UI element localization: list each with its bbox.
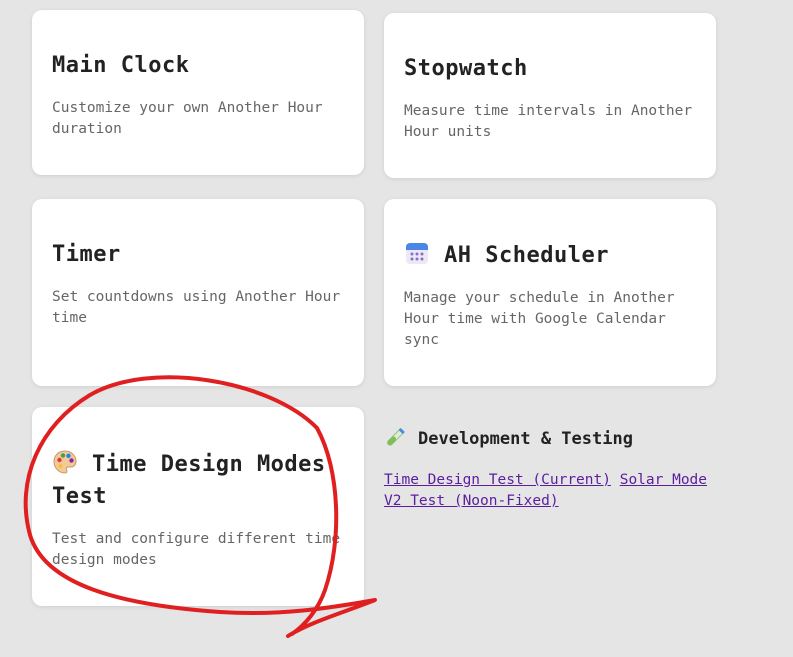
card-title-text: AH Scheduler: [444, 243, 609, 268]
card-description: Test and configure different time design…: [52, 531, 341, 568]
card-title: AH Scheduler: [404, 240, 702, 272]
ah-scheduler-card[interactable]: AH Scheduler Manage your schedule in Ano…: [384, 199, 716, 386]
time-design-test-link[interactable]: Time Design Test (Current): [384, 472, 611, 488]
card-description: Set countdowns using Another Hour time: [52, 289, 341, 326]
card-title: Main Clock: [52, 53, 190, 78]
dev-section-title: Development & Testing: [384, 426, 633, 451]
card-title-text: Time Design Modes Test: [52, 452, 326, 509]
card-description: Customize your own Another Hour duration: [52, 100, 323, 137]
card-title: Timer: [52, 242, 121, 267]
test-tube-icon: [384, 426, 406, 448]
time-design-modes-card[interactable]: Time Design Modes Test Test and configur…: [32, 407, 364, 606]
card-description: Measure time intervals in Another Hour u…: [404, 103, 693, 140]
stopwatch-card[interactable]: Stopwatch Measure time intervals in Anot…: [384, 13, 716, 178]
card-title: Time Design Modes Test: [52, 449, 350, 513]
dev-links: Time Design Test (Current) Solar Mode V2…: [384, 470, 714, 512]
card-description: Manage your schedule in Another Hour tim…: [404, 290, 675, 348]
card-title: Stopwatch: [404, 56, 528, 81]
calendar-icon: [404, 240, 430, 266]
main-clock-card[interactable]: Main Clock Customize your own Another Ho…: [32, 10, 364, 175]
timer-card[interactable]: Timer Set countdowns using Another Hour …: [32, 199, 364, 386]
palette-icon: [52, 449, 78, 475]
dev-title-text: Development & Testing: [418, 429, 633, 449]
